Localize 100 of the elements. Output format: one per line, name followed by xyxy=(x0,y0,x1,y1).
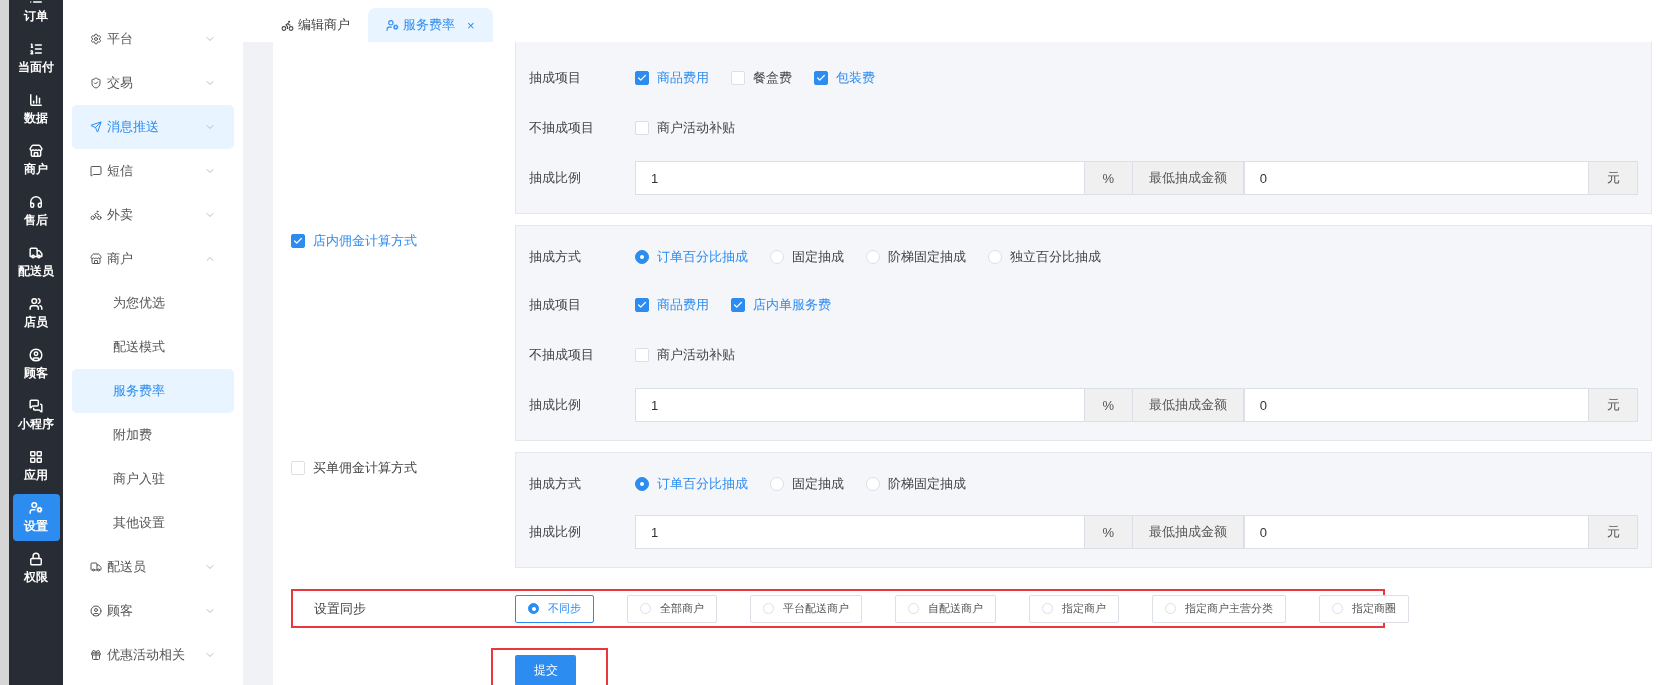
check-icon xyxy=(637,73,647,83)
unit-addon: 元 xyxy=(1589,161,1638,195)
send-icon xyxy=(90,121,102,133)
min-amount-addon: 最低抽成金额 xyxy=(1132,515,1244,549)
submenu-item[interactable]: 商户入驻 xyxy=(72,457,234,501)
nav-item[interactable]: 配送员 xyxy=(12,239,60,286)
chat-icon xyxy=(29,398,43,413)
input-field[interactable]: 1 xyxy=(635,161,1085,195)
checkbox[interactable] xyxy=(731,298,745,312)
menu-item[interactable]: 商户 xyxy=(72,237,234,281)
nav-item[interactable]: 店员 xyxy=(12,290,60,337)
submenu-item[interactable]: 其他设置 xyxy=(72,501,234,545)
check-icon xyxy=(816,73,826,83)
store-icon xyxy=(29,143,43,158)
menu-item[interactable]: 优惠活动相关 xyxy=(72,633,234,677)
menu-item[interactable]: 平台 xyxy=(72,17,234,61)
lock-icon xyxy=(29,551,43,566)
submenu-item[interactable]: 配送模式 xyxy=(72,325,234,369)
tab[interactable]: 编辑商户 xyxy=(263,8,368,42)
settings-icon xyxy=(90,33,102,45)
input-field[interactable]: 1 xyxy=(635,388,1085,422)
nav-item[interactable]: 权限 xyxy=(12,545,60,592)
submenu-item[interactable]: 附加费 xyxy=(72,413,234,457)
min-amount-addon: 最低抽成金额 xyxy=(1132,388,1244,422)
nav-item[interactable]: 售后 xyxy=(12,188,60,235)
checkbox-label[interactable]: 店内佣金计算方式 xyxy=(313,232,417,250)
radio-button[interactable] xyxy=(635,477,649,491)
field-label: 抽成项目 xyxy=(529,296,582,314)
nav-item[interactable]: 应用 xyxy=(12,443,60,490)
nav-item[interactable]: 顾客 xyxy=(12,341,60,388)
check-icon xyxy=(637,300,647,310)
headphones-icon xyxy=(29,194,43,209)
field-label: 不抽成项目 xyxy=(529,119,595,137)
field-label: 抽成方式 xyxy=(529,475,582,493)
gift-icon xyxy=(90,649,102,661)
field-label: 抽成方式 xyxy=(529,248,582,266)
field-label: 不抽成项目 xyxy=(529,346,595,364)
radio-label[interactable]: 阶梯固定抽成 xyxy=(888,248,966,266)
checkbox[interactable] xyxy=(635,71,649,85)
radio-label[interactable]: 固定抽成 xyxy=(792,248,844,266)
submenu-item[interactable]: 为您优选 xyxy=(72,281,234,325)
radio-option[interactable]: 全部商户 xyxy=(627,594,717,623)
bar-chart-icon xyxy=(29,92,43,107)
field-label: 抽成比例 xyxy=(529,523,582,541)
menu-item[interactable]: 顾客 xyxy=(72,589,234,633)
menu-item[interactable]: 配送员 xyxy=(72,545,234,589)
radio-option[interactable]: 不同步 xyxy=(515,594,594,623)
checkbox[interactable] xyxy=(635,298,649,312)
check-icon xyxy=(733,300,743,310)
checkbox-label[interactable]: 餐盒费 xyxy=(753,69,792,87)
field-label: 设置同步 xyxy=(314,599,367,618)
tab-label: 编辑商户 xyxy=(298,16,350,34)
chat-icon xyxy=(90,165,102,177)
field-label: 抽成比例 xyxy=(529,396,582,414)
user-circle-icon xyxy=(29,347,43,362)
checkbox[interactable] xyxy=(291,234,305,248)
nav-item[interactable]: 数据 xyxy=(12,86,60,133)
input-field[interactable]: 0 xyxy=(1243,161,1589,195)
radio-label[interactable]: 固定抽成 xyxy=(792,475,844,493)
checkbox-label[interactable]: 买单佣金计算方式 xyxy=(313,459,417,477)
grid-icon xyxy=(29,449,43,464)
unit-addon: % xyxy=(1084,388,1133,422)
radio-option[interactable]: 平台配送商户 xyxy=(750,594,862,623)
input-field[interactable]: 1 xyxy=(635,515,1085,549)
radio-button[interactable] xyxy=(528,603,539,614)
field-label: 抽成项目 xyxy=(529,69,582,87)
radio-option[interactable]: 指定商户 xyxy=(1029,594,1119,623)
min-amount-addon: 最低抽成金额 xyxy=(1132,161,1244,195)
radio-label[interactable]: 阶梯固定抽成 xyxy=(888,475,966,493)
users-icon xyxy=(29,296,43,311)
radio-option[interactable]: 指定商圈 xyxy=(1319,594,1409,623)
user-gear-icon xyxy=(386,18,399,32)
user-circle-icon xyxy=(90,605,102,617)
store-icon xyxy=(90,253,102,265)
nav-item[interactable]: 商户 xyxy=(12,137,60,184)
input-field[interactable]: 0 xyxy=(1243,515,1589,549)
nav-item[interactable]: 小程序 xyxy=(12,392,60,439)
menu-item[interactable]: 外卖 xyxy=(72,193,234,237)
radio-button[interactable] xyxy=(635,250,649,264)
nav-item[interactable]: 当面付 xyxy=(12,35,60,82)
unit-addon: % xyxy=(1084,515,1133,549)
input-field[interactable]: 0 xyxy=(1243,388,1589,422)
check-icon xyxy=(293,236,303,246)
radio-option[interactable]: 自配送商户 xyxy=(895,594,996,623)
truck-icon xyxy=(90,561,102,573)
user-gear-icon xyxy=(29,500,43,515)
checkbox-label[interactable]: 商户活动补贴 xyxy=(657,346,735,364)
unit-addon: 元 xyxy=(1589,388,1638,422)
truck-icon xyxy=(29,245,43,260)
nav-item[interactable]: 订单 xyxy=(12,0,60,31)
tab-label: 服务费率 xyxy=(403,16,455,34)
unit-addon: % xyxy=(1084,161,1133,195)
menu-item[interactable]: 短信 xyxy=(72,149,234,193)
menu-item[interactable]: 交易 xyxy=(72,61,234,105)
radio-option[interactable]: 指定商户主营分类 xyxy=(1152,594,1286,623)
field-label: 抽成比例 xyxy=(529,169,582,187)
radio-label[interactable]: 独立百分比抽成 xyxy=(1010,248,1101,266)
checkbox[interactable] xyxy=(814,71,828,85)
checkbox-label[interactable]: 商户活动补贴 xyxy=(657,119,735,137)
shield-icon xyxy=(90,77,102,89)
